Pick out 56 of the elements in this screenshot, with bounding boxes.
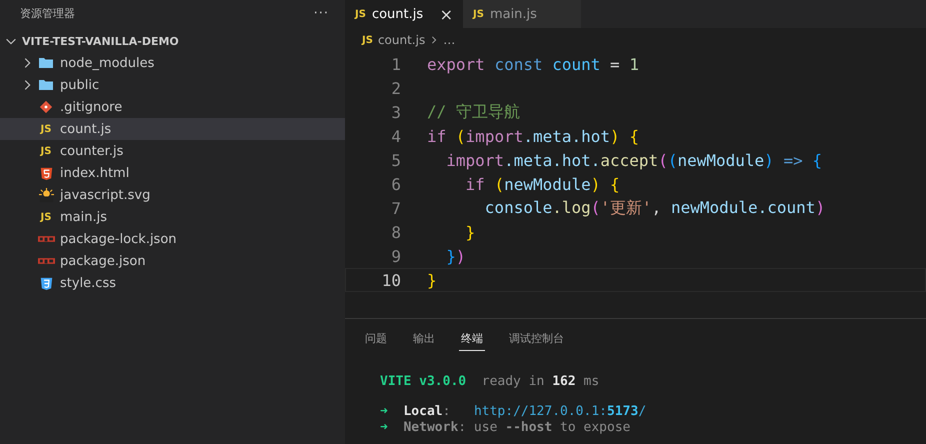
js-label: JS [40, 146, 52, 156]
folder-icon [38, 55, 54, 71]
code-line: } [427, 270, 437, 290]
project-folder[interactable]: VITE-TEST-VANILLA-DEMO [0, 30, 345, 52]
line-number: 6 [390, 174, 401, 194]
line-number: 2 [390, 78, 401, 98]
file-tree-item[interactable]: .gitignore [0, 96, 345, 118]
breadcrumb-item[interactable]: count.js [378, 33, 426, 47]
file-tree-item[interactable]: JS main.js [0, 206, 345, 228]
line-number: 8 [390, 222, 401, 242]
sidebar-title: 资源管理器 [20, 6, 75, 21]
js-label: JS [40, 212, 52, 222]
panel-tab[interactable]: 调试控制台 [507, 329, 566, 351]
line-number: 7 [390, 198, 401, 218]
terminal-line: ➜ Local: http://127.0.0.1:5173/ [380, 404, 646, 418]
terminal-line: ➜ Network: use --host to expose [380, 420, 630, 434]
file-tree-item[interactable]: package-lock.json [0, 228, 345, 250]
diamond-icon [39, 100, 53, 114]
terminal-line: VITE v3.0.0 ready in 162 ms [380, 374, 600, 388]
file-tree-item[interactable]: JS counter.js [0, 140, 345, 162]
line-number: 9 [390, 246, 401, 266]
line-number: 5 [390, 150, 401, 170]
js-label: JS [362, 34, 373, 46]
npm-icon [38, 257, 54, 265]
npm-icon [38, 235, 54, 243]
panel-tab[interactable]: 问题 [363, 329, 389, 351]
line-number: 1 [390, 54, 401, 74]
line-number: 4 [390, 126, 401, 146]
html-shield-icon [40, 166, 52, 180]
code-line: export const count = 1 [427, 54, 639, 74]
panel-tab[interactable]: 终端 [459, 329, 485, 351]
chevron-icon [430, 35, 438, 45]
code-line: if (import.meta.hot) { [427, 126, 639, 146]
code-line: } [464, 222, 476, 242]
code-line: // 守卫导航 [427, 102, 520, 122]
more-button[interactable]: ··· [314, 6, 329, 21]
file-tree-item[interactable]: style.css [0, 272, 345, 294]
file-tree-item[interactable]: node_modules [0, 52, 345, 74]
breadcrumb-item[interactable]: … [443, 33, 456, 47]
editor-tab[interactable]: JS main.js [463, 0, 581, 28]
file-tree-item[interactable]: JS count.js [0, 118, 345, 140]
file-tree-item[interactable]: index.html [0, 162, 345, 184]
line-number: 3 [390, 102, 401, 122]
code-line: import.meta.hot.accept((newModule) => { [445, 150, 822, 170]
line-number: 10 [380, 270, 401, 290]
code-line: if (newModule) { [464, 174, 620, 194]
folder-icon [38, 77, 54, 93]
code-line: console.log('更新', newModule.count) [484, 198, 826, 218]
editor-tab[interactable]: JS count.js × [345, 0, 463, 28]
css-shield-icon [40, 276, 52, 290]
panel-tab[interactable]: 输出 [411, 329, 437, 351]
js-label: JS [40, 124, 52, 134]
file-tree-item[interactable]: public [0, 74, 345, 96]
file-tree-item[interactable]: javascript.svg [0, 184, 345, 206]
code-line: }) [445, 246, 466, 266]
file-tree-item[interactable]: package.json [0, 250, 345, 272]
